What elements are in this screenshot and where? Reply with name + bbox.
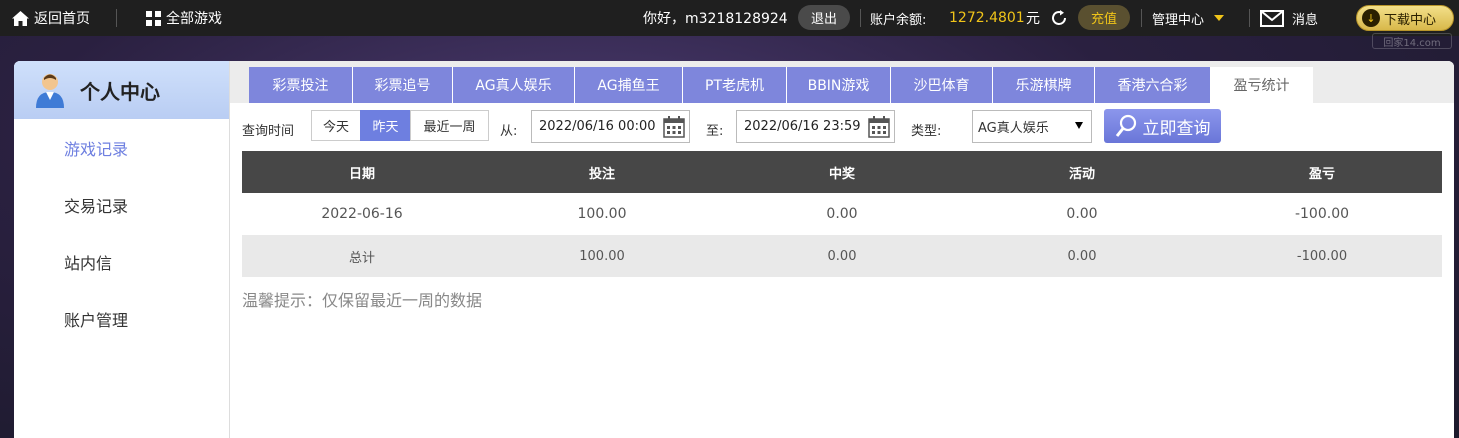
- table-cell: 0.00: [722, 193, 962, 235]
- tab-ag-live[interactable]: AG真人娱乐: [453, 67, 575, 103]
- divider: [116, 9, 117, 27]
- table-cell: 0.00: [962, 235, 1202, 277]
- today-button[interactable]: 今天: [311, 110, 361, 141]
- table-total-row: 总计 100.00 0.00 0.00 -100.00: [242, 235, 1442, 277]
- balance-value: 1272.4801: [949, 10, 1025, 26]
- query-button[interactable]: 立即查询: [1104, 109, 1221, 143]
- download-label: 下载中心: [1384, 12, 1437, 28]
- divider: [860, 9, 861, 27]
- divider: [1141, 9, 1142, 27]
- home-label: 返回首页: [34, 11, 90, 27]
- column-header-date: 日期: [242, 151, 482, 193]
- balance-label: 账户余额:: [870, 12, 927, 28]
- tab-saba-sports[interactable]: 沙巴体育: [891, 67, 993, 103]
- content-area: 彩票投注 彩票追号 AG真人娱乐 AG捕鱼王 PT老虎机 BBIN游戏 沙巴体育…: [230, 61, 1454, 438]
- column-header-promotions: 活动: [962, 151, 1202, 193]
- tab-leyou-chess[interactable]: 乐游棋牌: [993, 67, 1095, 103]
- from-date-input[interactable]: 2022/06/16 00:00: [531, 110, 690, 143]
- column-header-bets: 投注: [482, 151, 722, 193]
- type-select[interactable]: AG真人娱乐: [972, 110, 1092, 143]
- tab-lottery-chase[interactable]: 彩票追号: [353, 67, 453, 103]
- table-cell: 100.00: [482, 193, 722, 235]
- query-time-label: 查询时间: [242, 124, 295, 139]
- table-row: 2022-06-16 100.00 0.00 0.00 -100.00: [242, 193, 1442, 235]
- all-games-label: 全部游戏: [166, 11, 222, 27]
- caret-down-icon: [1214, 15, 1225, 21]
- retention-hint: 温馨提示：仅保留最近一周的数据: [242, 291, 483, 310]
- top-bar: 返回首页 全部游戏 你好，m3218128924 退出 账户余额: 1272.4…: [0, 0, 1459, 36]
- balance-unit: 元: [1026, 11, 1040, 27]
- mail-icon: [1260, 9, 1284, 27]
- sidebar-item-account[interactable]: 账户管理: [14, 290, 229, 347]
- download-icon: ↓: [1362, 9, 1380, 27]
- dropdown-arrow-icon: [1075, 122, 1083, 129]
- refresh-icon[interactable]: [1049, 8, 1069, 28]
- watermark: 回家14.com: [1372, 33, 1452, 49]
- search-icon: [1115, 114, 1136, 137]
- filter-row: 查询时间 今天 昨天 最近一周 从: 2022/06/16 00:00 至: 2…: [230, 103, 1454, 151]
- table-cell: 总计: [242, 235, 482, 277]
- sidebar-header: 个人中心: [14, 61, 229, 119]
- calendar-icon[interactable]: [868, 116, 890, 138]
- type-select-value: AG真人娱乐: [978, 121, 1049, 136]
- download-center-button[interactable]: ↓ 下载中心: [1356, 5, 1454, 31]
- sidebar-item-inbox[interactable]: 站内信: [14, 233, 229, 290]
- manage-center-menu[interactable]: 管理中心: [1152, 0, 1225, 36]
- messages-link[interactable]: 消息: [1260, 0, 1318, 36]
- tab-ag-fishing[interactable]: AG捕鱼王: [575, 67, 683, 103]
- table-cell: -100.00: [1202, 193, 1442, 235]
- from-label: 从:: [500, 124, 518, 139]
- sidebar-item-game-records[interactable]: 游戏记录: [14, 119, 229, 176]
- calendar-icon[interactable]: [663, 116, 685, 138]
- query-button-label: 立即查询: [1142, 118, 1211, 139]
- main-panel: 个人中心 游戏记录 交易记录 站内信 账户管理 彩票投注 彩票追号 AG真人娱乐…: [14, 61, 1454, 438]
- last-week-button[interactable]: 最近一周: [410, 110, 489, 141]
- tab-bbin-games[interactable]: BBIN游戏: [787, 67, 891, 103]
- sidebar: 个人中心 游戏记录 交易记录 站内信 账户管理: [14, 61, 230, 438]
- sidebar-item-transactions[interactable]: 交易记录: [14, 176, 229, 233]
- tab-lottery-bets[interactable]: 彩票投注: [249, 67, 353, 103]
- logout-button[interactable]: 退出: [798, 5, 850, 30]
- home-link[interactable]: 返回首页: [12, 0, 90, 36]
- table-cell: 2022-06-16: [242, 193, 482, 235]
- to-date-value: 2022/06/16 23:59: [744, 119, 861, 134]
- table-cell: 0.00: [722, 235, 962, 277]
- all-games-link[interactable]: 全部游戏: [146, 0, 222, 36]
- tab-bar: 彩票投注 彩票追号 AG真人娱乐 AG捕鱼王 PT老虎机 BBIN游戏 沙巴体育…: [230, 61, 1454, 103]
- type-label: 类型:: [911, 124, 942, 139]
- divider: [1249, 9, 1250, 27]
- profit-loss-table: 日期 投注 中奖 活动 盈亏 2022-06-16 100.00 0.00 0.…: [242, 151, 1442, 277]
- tab-pt-slots[interactable]: PT老虎机: [683, 67, 787, 103]
- column-header-profit-loss: 盈亏: [1202, 151, 1442, 193]
- tab-hk-mark-six[interactable]: 香港六合彩: [1095, 67, 1211, 103]
- sidebar-title: 个人中心: [80, 79, 160, 104]
- from-date-value: 2022/06/16 00:00: [539, 119, 656, 134]
- message-label: 消息: [1292, 12, 1319, 28]
- to-label: 至:: [706, 124, 724, 139]
- grid-icon: [146, 10, 161, 26]
- manage-label: 管理中心: [1152, 12, 1205, 28]
- column-header-wins: 中奖: [722, 151, 962, 193]
- table-cell: -100.00: [1202, 235, 1442, 277]
- user-avatar-icon: [36, 74, 64, 108]
- table-cell: 0.00: [962, 193, 1202, 235]
- yesterday-button[interactable]: 昨天: [360, 110, 411, 141]
- table-header-row: 日期 投注 中奖 活动 盈亏: [242, 151, 1442, 193]
- tab-profit-loss[interactable]: 盈亏统计: [1211, 67, 1313, 103]
- greeting: 你好，m3218128924: [643, 11, 788, 27]
- recharge-button[interactable]: 充值: [1078, 5, 1130, 30]
- home-icon: [12, 10, 29, 26]
- to-date-input[interactable]: 2022/06/16 23:59: [736, 110, 895, 143]
- table-cell: 100.00: [482, 235, 722, 277]
